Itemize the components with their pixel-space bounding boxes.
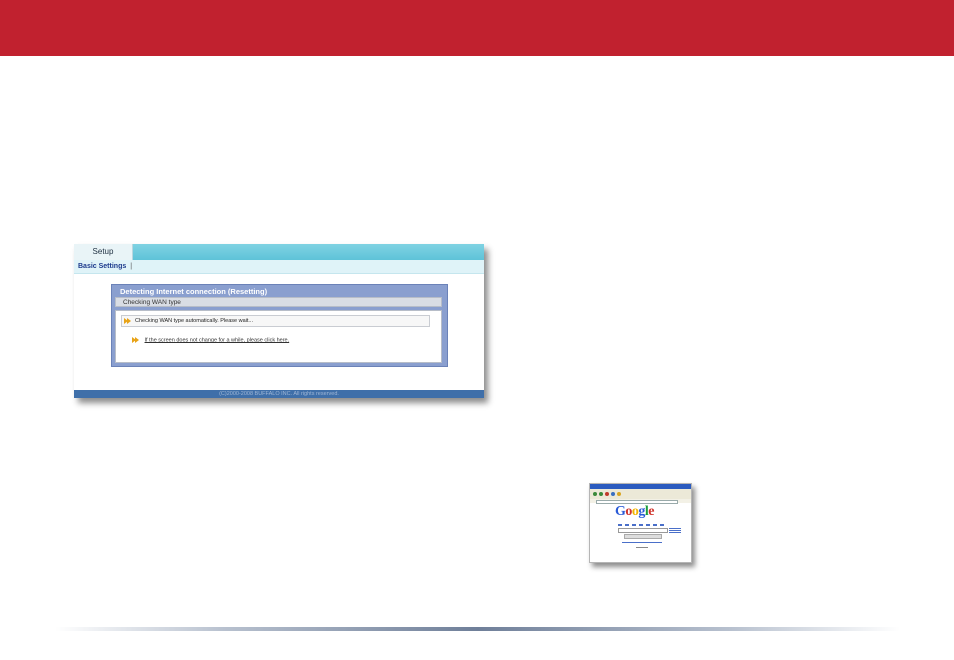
sub-navigation: Basic Settings |: [74, 260, 484, 274]
copyright-footer: (C)2000-2008 BUFFALO INC. All rights res…: [74, 390, 484, 398]
tab-setup[interactable]: Setup: [74, 244, 133, 260]
router-setup-screenshot: Setup Basic Settings | Detecting Internet…: [74, 244, 484, 398]
help-row: If the screen does not change for a whil…: [130, 337, 289, 343]
footer-rule: [55, 627, 900, 631]
click-here-link[interactable]: If the screen does not change for a whil…: [145, 337, 290, 343]
subnav-item-basic-settings[interactable]: Basic Settings: [78, 263, 126, 270]
top-banner: [0, 0, 954, 56]
google-browser-screenshot: Google: [589, 483, 692, 563]
home-icon[interactable]: [617, 492, 621, 496]
search-input[interactable]: [618, 528, 668, 533]
search-category-links[interactable]: [618, 524, 666, 526]
tab-bar: Setup: [74, 244, 484, 260]
panel-title: Detecting Internet connection (Resetting…: [120, 287, 268, 296]
subnav-separator: |: [130, 263, 133, 270]
back-icon[interactable]: [593, 492, 597, 496]
panel-subtitle: Checking WAN type: [115, 297, 442, 307]
status-row: Checking WAN type automatically. Please …: [121, 315, 430, 327]
status-message: Checking WAN type automatically. Please …: [135, 318, 253, 324]
panel-body: Checking WAN type automatically. Please …: [115, 310, 442, 363]
detection-panel: Detecting Internet connection (Resetting…: [111, 284, 448, 367]
double-arrow-icon: [124, 317, 132, 324]
advanced-search-links[interactable]: [669, 528, 681, 534]
search-buttons[interactable]: [624, 534, 662, 539]
stop-icon[interactable]: [605, 492, 609, 496]
double-arrow-icon: [132, 337, 140, 343]
forward-icon[interactable]: [599, 492, 603, 496]
refresh-icon[interactable]: [611, 492, 615, 496]
footer-links[interactable]: [622, 542, 662, 543]
google-logo: Google: [615, 504, 654, 519]
copyright-text: [636, 547, 648, 548]
